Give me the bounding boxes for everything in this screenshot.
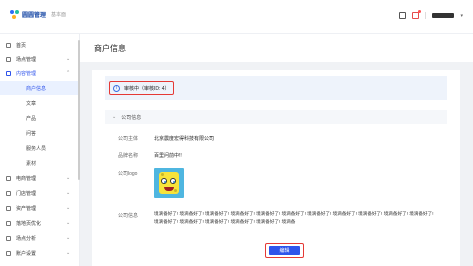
sidebar-sub-label: 产品 [26,115,37,122]
main-content: 商户信息 i 审核中（审核ID: 4） ⌄ 公司信息 公司主体 北京震度宏得科技… [80,34,473,266]
company-subject-label: 公司主体 [118,136,139,142]
sidebar-sub-products[interactable]: 产品 [0,111,80,125]
divider [425,12,427,19]
sidebar-sub-label: 服务人员 [26,145,47,152]
chevron-down-icon: ⌄ [112,114,117,120]
notification-icon[interactable] [412,10,422,19]
sidebar-sub-materials[interactable]: 素材 [0,156,80,170]
home-icon [6,42,11,48]
sponge-character-icon [159,172,179,194]
chevron-down-icon[interactable]: ▾ [460,13,463,19]
page-title: 商户信息 [94,44,126,53]
sidebar-sub-staff[interactable]: 服务人员 [0,141,80,155]
sidebar-sub-label: 文章 [26,100,37,107]
sidebar-item-home[interactable]: 首页 [0,38,80,52]
brand-name-value: 百里问前中!! [154,153,182,159]
sidebar-item-analytics[interactable]: 场点分析 ⌄ [0,231,80,245]
sidebar-item-assets[interactable]: 资产管理 ⌄ [0,201,80,215]
sidebar-sub-merchant-info[interactable]: 商户信息 [0,81,80,95]
sidebar-item-label: 场点管理 [16,56,37,63]
asset-icon [6,205,11,211]
sidebar-sub-articles[interactable]: 文章 [0,96,80,110]
sidebar-item-label: 电商管理 [16,175,37,182]
sidebar-item-account[interactable]: 账户设置 ⌄ [0,246,80,260]
sidebar-item-content[interactable]: 内容管理 ⌃ [0,66,80,80]
sidebar-sub-label: 素材 [26,160,37,167]
sidebar-item-label: 账户设置 [16,250,37,257]
sidebar-item-label: 落地页优化 [16,220,42,227]
company-section-title: 公司信息 [121,114,142,121]
sidebar-sub-label: 问答 [26,130,37,137]
merchant-card: i 审核中（审核ID: 4） ⌄ 公司信息 公司主体 北京震度宏得科技有限公司 … [92,70,460,266]
chevron-down-icon: ⌄ [66,220,71,226]
sidebar-item-site[interactable]: 场点管理 ⌄ [0,52,80,66]
edit-button-highlight: 编辑 [265,243,304,258]
store-icon [6,56,11,62]
sidebar-item-label: 门店管理 [16,190,37,197]
company-intro-value: 境滴备好了! 境滴备好了! 境滴备好了! 境滴备好了! 境滴备好了! 境滴备好了… [154,211,434,224]
chevron-down-icon: ⌄ [66,235,71,241]
brand-name-label: 品牌名称 [118,153,139,159]
content-icon [6,70,11,76]
page-header: 商户信息 [80,34,473,62]
top-right-tools: ▾ [399,10,463,19]
company-subject-value: 北京震度宏得科技有限公司 [154,136,215,142]
cart-icon [6,175,11,181]
review-status-text: 审核中（审核ID: 4） [124,85,170,92]
sidebar-sub-qa[interactable]: 问答 [0,126,80,140]
review-status-badge: i 审核中（审核ID: 4） [109,81,174,95]
sidebar-item-label: 资产管理 [16,205,37,212]
sidebar-item-ecommerce[interactable]: 电商管理 ⌄ [0,171,80,185]
sidebar-item-landing[interactable]: 落地页优化 ⌄ [0,216,80,230]
status-box: i 审核中（审核ID: 4） [105,76,447,100]
app-logo[interactable]: 圆圆管理 基本面 [10,10,66,19]
shop-icon [6,190,11,196]
logo-subtitle: 基本面 [51,12,67,18]
message-icon[interactable] [399,12,407,19]
chevron-down-icon: ⌄ [66,190,71,196]
top-bar: 圆圆管理 基本面 ▾ [0,0,473,34]
chevron-down-icon: ⌄ [66,56,71,62]
logo-mark-icon [10,10,19,19]
info-icon: i [113,85,120,92]
company-section-header[interactable]: ⌄ 公司信息 [105,110,447,124]
chevron-up-icon: ⌃ [66,70,71,76]
chevron-down-icon: ⌄ [66,175,71,181]
sidebar: 首页 场点管理 ⌄ 内容管理 ⌃ 商户信息 文章 产品 问答 服务人员 素材 电… [0,34,80,266]
company-intro-label: 公司信息 [118,213,139,219]
logo-text: 圆圆管理 [22,13,47,19]
sidebar-item-label: 场点分析 [16,235,37,242]
sidebar-sub-label: 商户信息 [26,85,47,92]
user-name-redacted[interactable] [432,13,455,18]
chart-icon [6,235,11,241]
edit-button[interactable]: 编辑 [269,246,300,255]
company-logo-image [154,168,184,198]
chevron-down-icon: ⌄ [66,250,71,256]
chevron-down-icon: ⌄ [66,205,71,211]
sidebar-item-label: 首页 [16,42,27,49]
settings-icon [6,250,11,256]
company-logo-label: 公司logo [118,171,138,177]
sidebar-item-stores[interactable]: 门店管理 ⌄ [0,186,80,200]
landing-icon [6,220,11,226]
sidebar-item-label: 内容管理 [16,70,37,77]
